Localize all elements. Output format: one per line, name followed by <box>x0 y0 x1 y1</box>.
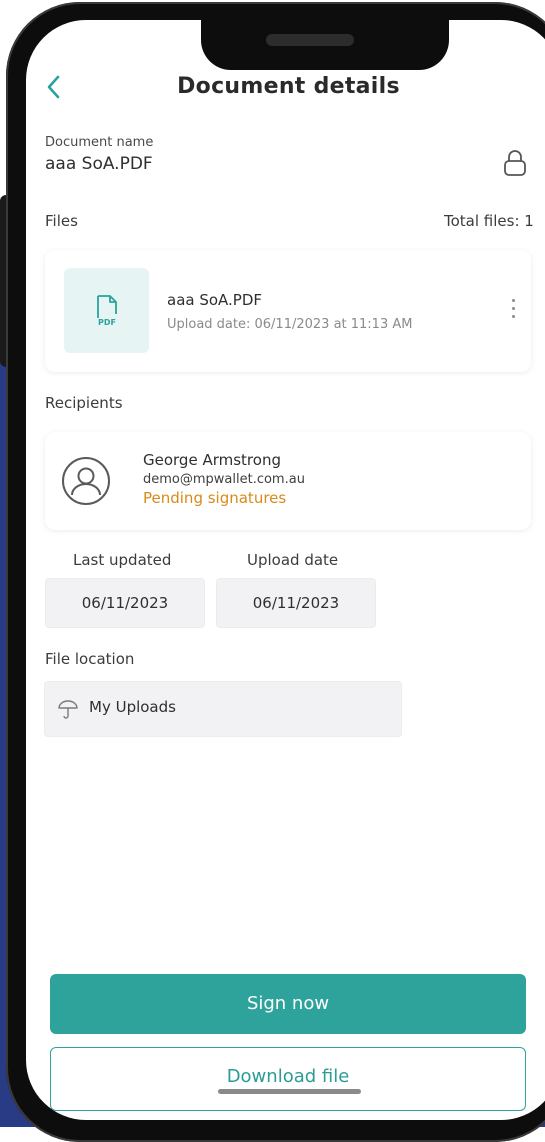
sign-now-button[interactable]: Sign now <box>50 974 526 1034</box>
file-location-label: File location <box>45 650 135 668</box>
recipients-section-label: Recipients <box>45 394 123 412</box>
lock-icon <box>504 150 526 176</box>
speaker-grille <box>266 34 354 46</box>
more-options-icon[interactable] <box>508 299 518 323</box>
document-name-value: aaa SoA.PDF <box>45 154 153 174</box>
page-title: Document details <box>177 74 400 99</box>
recipient-email: demo@mpwallet.com.au <box>143 472 305 487</box>
user-avatar-icon <box>62 457 110 505</box>
file-thumbnail: PDF <box>64 268 149 353</box>
phone-notch <box>201 20 449 70</box>
file-location-field[interactable]: My Uploads <box>44 681 402 737</box>
back-button[interactable] <box>44 72 74 106</box>
document-name-label: Document name <box>45 135 154 150</box>
upload-date-value: 06/11/2023 <box>216 578 376 628</box>
phone-frame: Document details Document name aaa SoA.P… <box>6 2 545 1142</box>
recipient-card[interactable]: George Armstrong demo@mpwallet.com.au Pe… <box>45 432 531 530</box>
chevron-left-icon <box>47 75 60 99</box>
last-updated-value: 06/11/2023 <box>45 578 205 628</box>
last-updated-label: Last updated <box>73 551 172 569</box>
upload-date-label: Upload date <box>247 551 339 569</box>
total-files-count: Total files: 1 <box>444 212 534 230</box>
file-card[interactable]: PDF aaa SoA.PDF Upload date: 06/11/2023 … <box>45 250 531 372</box>
pdf-file-icon: PDF <box>97 295 117 327</box>
recipient-status: Pending signatures <box>143 489 287 507</box>
file-upload-date: Upload date: 06/11/2023 at 11:13 AM <box>167 317 413 332</box>
download-file-button[interactable]: Download file <box>50 1047 526 1111</box>
pdf-icon-text: PDF <box>98 318 116 327</box>
phone-screen: Document details Document name aaa SoA.P… <box>26 20 545 1120</box>
home-indicator <box>218 1089 361 1094</box>
files-section-label: Files <box>45 212 78 230</box>
umbrella-icon <box>58 700 78 719</box>
file-name: aaa SoA.PDF <box>167 291 263 309</box>
recipient-name: George Armstrong <box>143 451 281 469</box>
file-location-value: My Uploads <box>89 698 176 716</box>
